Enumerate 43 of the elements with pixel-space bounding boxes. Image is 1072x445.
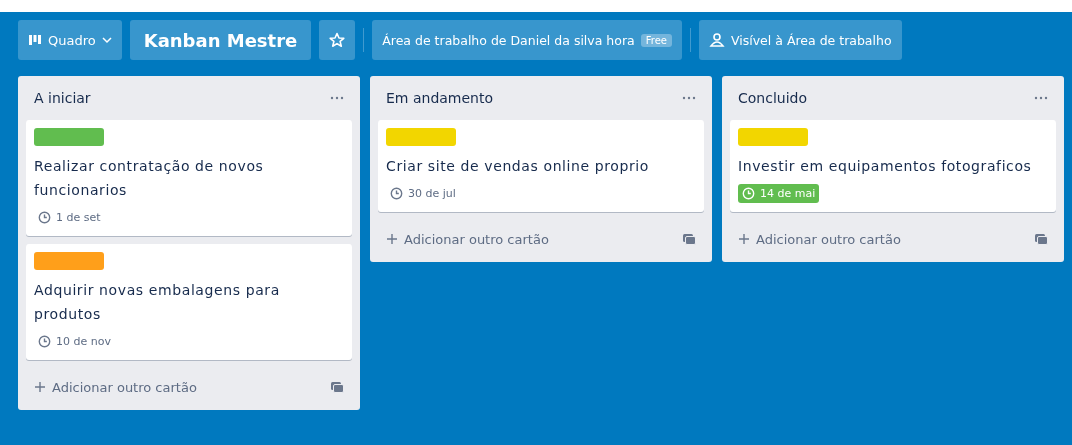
more-icon[interactable]	[1034, 96, 1048, 100]
workspace-button[interactable]: Área de trabalho de Daniel da silva hora Free	[372, 20, 682, 60]
chevron-icon	[101, 36, 112, 44]
clock-icon	[38, 211, 51, 224]
due-date: 1 de set	[56, 211, 101, 224]
clock-icon	[390, 187, 403, 200]
clock-icon	[38, 335, 51, 348]
clock-icon	[742, 187, 755, 200]
star-icon	[329, 32, 346, 48]
list-title: A iniciar	[34, 90, 91, 106]
due-date: 30 de jul	[408, 187, 456, 200]
card-title: Criar site de vendas online proprio	[386, 157, 651, 176]
add-card-button[interactable]: Adicionar outro cartão	[34, 379, 197, 395]
card[interactable]: Investir em equipamentos fotograficos 14 de mai	[730, 120, 1056, 212]
visibility-label: Visível à Área de trabalho	[731, 32, 892, 48]
board-icon	[28, 34, 42, 46]
card[interactable]: Realizar contratação de novos funcionarios 1 de set	[26, 120, 352, 236]
card-title: Adquirir novas embalagens para produtos	[34, 281, 281, 324]
card[interactable]: Adquirir novas embalagens para produtos 10 de nov	[26, 244, 352, 360]
more-icon[interactable]	[330, 96, 344, 100]
card-title: Realizar contratação de novos funcionarios	[34, 157, 265, 200]
card-title: Investir em equipamentos fotograficos	[738, 157, 1033, 176]
plus-icon	[34, 381, 46, 393]
list-title: Concluido	[738, 90, 807, 106]
add-card-button[interactable]: Adicionar outro cartão	[738, 231, 901, 247]
more-icon[interactable]	[682, 96, 696, 100]
template-icon[interactable]	[1034, 233, 1048, 245]
workspace-name: Área de trabalho de Daniel da silva hora	[382, 32, 635, 48]
add-card-button[interactable]: Adicionar outro cartão	[386, 231, 549, 247]
template-icon[interactable]	[330, 381, 344, 393]
due-date: 14 de mai	[760, 187, 816, 200]
template-icon[interactable]	[682, 233, 696, 245]
star-button[interactable]	[319, 20, 356, 60]
board-menu-button[interactable]: Quadro	[18, 20, 122, 60]
plan-badge: Free	[640, 33, 672, 47]
board-title[interactable]: Kanban Mestre	[129, 20, 312, 60]
card[interactable]: Criar site de vendas online proprio 30 de jul	[378, 120, 704, 212]
list-title: Em andamento	[386, 90, 494, 106]
visibility-button[interactable]: Visível à Área de trabalho	[699, 20, 902, 60]
plus-icon	[738, 233, 750, 245]
people-icon	[709, 33, 725, 47]
plus-icon	[386, 233, 398, 245]
due-date: 10 de nov	[56, 335, 111, 348]
